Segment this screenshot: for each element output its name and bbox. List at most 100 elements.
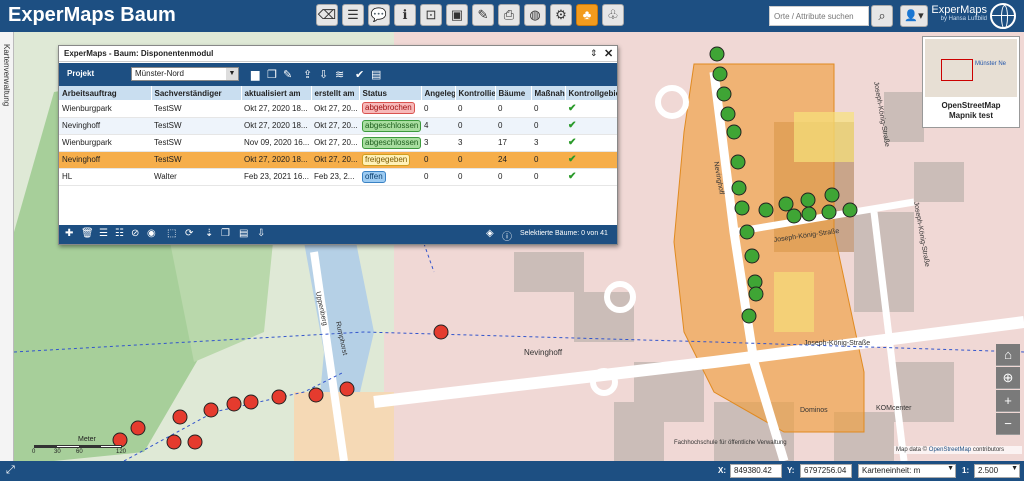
upload-icon[interactable]: ⇪ <box>303 68 312 81</box>
column-header[interactable]: Arbeitsauftrag <box>59 86 152 100</box>
table-row[interactable]: Wienburgpark TestSW Okt 27, 2020 18... Okt … <box>59 100 617 118</box>
tree-marker-green[interactable] <box>712 66 728 82</box>
pdf-export-icon[interactable]: ▤ <box>239 228 248 239</box>
eraser-button[interactable]: ⌫ <box>316 4 338 26</box>
tree-marker-green[interactable] <box>709 46 725 62</box>
tree-marker-red[interactable] <box>339 381 355 397</box>
import-icon[interactable]: ⇣ <box>205 228 213 239</box>
list-copy-icon[interactable]: ☷ <box>115 228 124 239</box>
column-header[interactable]: Kontrollgebie <box>565 86 617 100</box>
duplicate-icon[interactable]: ❐ <box>221 228 230 239</box>
table-row[interactable]: Wienburgpark TestSW Nov 09, 2020 16... Okt … <box>59 134 617 152</box>
cancel-icon[interactable]: ⊘ <box>131 228 139 239</box>
tree-marker-green[interactable] <box>748 286 764 302</box>
globe-button[interactable]: ◍ <box>524 4 546 26</box>
pin-icon[interactable]: ⇕ <box>590 48 598 59</box>
tree-marker-green[interactable] <box>824 187 840 203</box>
tree-marker-green[interactable] <box>801 206 817 222</box>
check-icon[interactable]: ✔ <box>355 68 364 81</box>
column-header[interactable]: Status <box>359 86 422 100</box>
sliders-button[interactable]: ☰ <box>342 4 364 26</box>
export-icon[interactable]: ⇩ <box>257 228 265 239</box>
overview-minimap[interactable]: Münster Ne OpenStreetMap Mapnik test <box>922 36 1020 128</box>
tree-marker-green[interactable] <box>786 208 802 224</box>
save-button[interactable]: ▣ <box>446 4 468 26</box>
scale-select[interactable]: 2.500 ▼ <box>974 464 1020 478</box>
tree-list-button[interactable]: ♧ <box>602 4 624 26</box>
tree-marker-green[interactable] <box>821 204 837 220</box>
tree-marker-green[interactable] <box>734 200 750 216</box>
tree-marker-red[interactable] <box>271 389 287 405</box>
edit-icon[interactable]: ✎ <box>283 68 292 81</box>
tree-marker-red[interactable] <box>308 387 324 403</box>
project-select[interactable]: Münster-Nord ▼ <box>131 67 239 81</box>
tree-marker-green[interactable] <box>744 248 760 264</box>
tree-marker-green[interactable] <box>739 224 755 240</box>
column-header[interactable]: Maßnah <box>531 86 566 100</box>
tree-marker-red[interactable] <box>203 402 219 418</box>
column-header[interactable]: Bäume <box>495 86 532 100</box>
home-button[interactable]: ⌂ <box>996 344 1020 366</box>
tree-marker-green[interactable] <box>720 106 736 122</box>
tree-marker-green[interactable] <box>842 202 858 218</box>
print-button[interactable]: ⎙ <box>498 4 520 26</box>
polygon-icon[interactable]: ⬚ <box>167 228 176 239</box>
add-icon[interactable]: ✚ <box>65 228 73 239</box>
table-row[interactable]: Nevinghoff TestSW Okt 27, 2020 18... Okt 27… <box>59 151 617 169</box>
table-row[interactable]: Nevinghoff TestSW Okt 27, 2020 18... Okt 27… <box>59 117 617 135</box>
tree-marker-red[interactable] <box>130 420 146 436</box>
tree-marker-green[interactable] <box>730 154 746 170</box>
zoom-box-button[interactable]: ⊕ <box>996 367 1020 389</box>
tree-button[interactable]: ♣ <box>576 4 598 26</box>
copy-icon[interactable]: ❐ <box>267 68 277 81</box>
gear-button[interactable]: ⚙ <box>550 4 572 26</box>
pen-button[interactable]: ✎ <box>472 4 494 26</box>
tree-marker-red[interactable] <box>433 324 449 340</box>
table-row[interactable]: HL Walter Feb 23, 2021 16... Feb 23, 2... of… <box>59 168 617 186</box>
user-menu-button[interactable]: 👤▾ <box>900 5 928 27</box>
folder-icon[interactable]: ▆ <box>251 68 259 81</box>
column-header[interactable]: aktualisiert am <box>241 86 312 100</box>
tree-marker-green[interactable] <box>800 192 816 208</box>
info-button[interactable]: ℹ <box>394 4 416 26</box>
zoom-in-button[interactable]: + <box>996 390 1020 412</box>
column-header[interactable]: Angeleg <box>421 86 456 100</box>
download-icon[interactable]: ⇩ <box>319 68 328 81</box>
column-header[interactable]: Kontrollie <box>455 86 496 100</box>
y-coordinate-field[interactable]: 6797256.04 <box>800 464 852 478</box>
column-header[interactable]: Sachverständiger <box>151 86 242 100</box>
tree-marker-green[interactable] <box>726 124 742 140</box>
tree-marker-red[interactable] <box>166 434 182 450</box>
list-edit-icon[interactable]: ☰ <box>99 228 108 239</box>
search-button[interactable]: ⌕ <box>871 5 893 27</box>
x-coordinate-field[interactable]: 849380.42 <box>730 464 782 478</box>
tree-marker-red[interactable] <box>187 434 203 450</box>
tree-marker-red[interactable] <box>226 396 242 412</box>
tree-marker-red[interactable] <box>172 409 188 425</box>
tree-marker-red[interactable] <box>243 394 259 410</box>
stop-icon[interactable]: ◉ <box>147 228 156 239</box>
table-cell: HL <box>59 168 151 186</box>
zoom-button[interactable]: ⊡ <box>420 4 442 26</box>
tree-marker-green[interactable] <box>758 202 774 218</box>
map-manager-panel-toggle[interactable]: Kartenverwaltung <box>0 32 14 461</box>
close-icon[interactable]: ✕ <box>604 47 613 60</box>
pdf-icon[interactable]: ▤ <box>371 68 381 81</box>
tree-marker-green[interactable] <box>716 86 732 102</box>
info-icon[interactable]: ⓘ <box>502 228 512 243</box>
tree-marker-green[interactable] <box>778 196 794 212</box>
tree-marker-green[interactable] <box>741 308 757 324</box>
map-unit-select[interactable]: Karteneinheit: m ▼ <box>858 464 956 478</box>
trash-icon[interactable]: 🗑 <box>81 228 94 239</box>
expand-icon[interactable]: ⤢ <box>6 464 15 477</box>
layers-icon[interactable]: ≋ <box>335 68 344 81</box>
column-header[interactable]: erstellt am <box>311 86 360 100</box>
search-input[interactable] <box>769 6 869 26</box>
zoom-search-icon: ⊕ <box>1002 370 1014 385</box>
tag-icon[interactable]: ◈ <box>486 228 494 239</box>
zoom-out-button[interactable]: − <box>996 413 1020 435</box>
comment-button[interactable]: 💬 <box>368 4 390 26</box>
tree-marker-green[interactable] <box>731 180 747 196</box>
attribution-link[interactable]: OpenStreetMap <box>929 447 971 453</box>
rotate-icon[interactable]: ⟳ <box>185 228 193 239</box>
